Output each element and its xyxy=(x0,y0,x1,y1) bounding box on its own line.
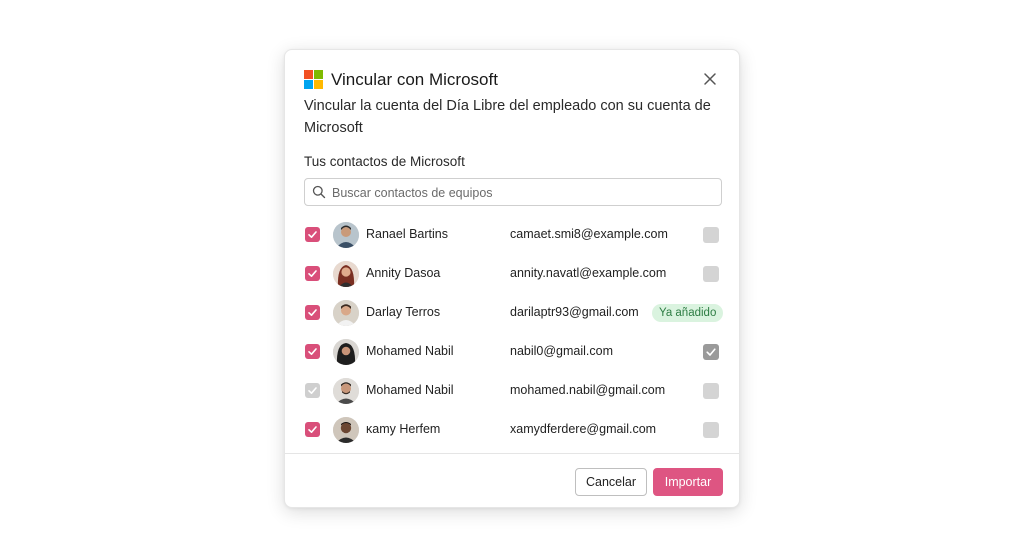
contact-email: darilaptr93@gmail.com xyxy=(510,305,639,319)
select-checkbox[interactable] xyxy=(305,266,320,281)
select-checkbox[interactable] xyxy=(305,344,320,359)
status-checkbox[interactable] xyxy=(703,344,719,360)
contact-name: Ranael Bartins xyxy=(366,227,448,241)
dialog-title: Vincular con Microsoft xyxy=(331,70,498,89)
contact-row: Annity Dasoa annity.navatl@example.com xyxy=(285,255,739,293)
cancel-button[interactable]: Cancelar xyxy=(575,468,647,496)
contact-name: Annity Dasoa xyxy=(366,266,441,280)
select-checkbox[interactable] xyxy=(305,383,320,398)
footer-divider xyxy=(285,453,739,454)
contact-row: Mohamed Nabil mohamed.nabil@gmail.com xyxy=(285,372,739,410)
avatar xyxy=(333,378,359,404)
select-checkbox[interactable] xyxy=(305,305,320,320)
contact-row: Ranael Bartins camaet.smi8@example.com xyxy=(285,216,739,254)
microsoft-logo-icon xyxy=(304,70,324,90)
dialog-header: Vincular con Microsoft xyxy=(304,70,720,90)
contact-email: xamydferdere@gmail.com xyxy=(510,422,657,436)
close-icon[interactable] xyxy=(702,71,718,87)
import-button[interactable]: Importar xyxy=(653,468,723,496)
contact-email: nabil0@gmail.com xyxy=(510,344,614,358)
contact-row: ĸamy Herfem xamydferdere@gmail.com xyxy=(285,411,739,449)
dialog-description: Vincular la cuenta del Día Libre del emp… xyxy=(304,98,711,136)
contact-name: Mohamed Nabil xyxy=(366,344,454,358)
avatar xyxy=(333,339,359,365)
contact-name: Mohamed Nabil xyxy=(366,383,454,397)
contact-email: camaet.smi8@example.com xyxy=(510,227,668,241)
already-added-badge: Ya añadido xyxy=(652,304,724,322)
search-input[interactable] xyxy=(330,182,714,204)
link-microsoft-dialog: Vincular con Microsoft Vincular la cuent… xyxy=(284,49,740,508)
status-checkbox[interactable] xyxy=(703,266,719,282)
contact-name: Darlay Terros xyxy=(366,305,441,319)
search-icon xyxy=(312,185,326,199)
status-checkbox[interactable] xyxy=(703,422,719,438)
contacts-section-label: Tus contactos de Microsoft xyxy=(304,154,465,169)
contact-name: ĸamy Herfem xyxy=(366,422,441,436)
avatar xyxy=(333,222,359,248)
select-checkbox[interactable] xyxy=(305,227,320,242)
select-checkbox[interactable] xyxy=(305,422,320,437)
status-checkbox[interactable] xyxy=(703,227,719,243)
search-box xyxy=(304,178,722,206)
contact-row: Darlay Terros darilaptr93@gmail.com Ya a… xyxy=(285,294,739,332)
contact-email: annity.navatl@example.com xyxy=(510,266,667,280)
avatar xyxy=(333,300,359,326)
contact-email: mohamed.nabil@gmail.com xyxy=(510,383,666,397)
status-checkbox[interactable] xyxy=(703,383,719,399)
contact-row: Mohamed Nabil nabil0@gmail.com xyxy=(285,333,739,371)
avatar xyxy=(333,417,359,443)
avatar xyxy=(333,261,359,287)
